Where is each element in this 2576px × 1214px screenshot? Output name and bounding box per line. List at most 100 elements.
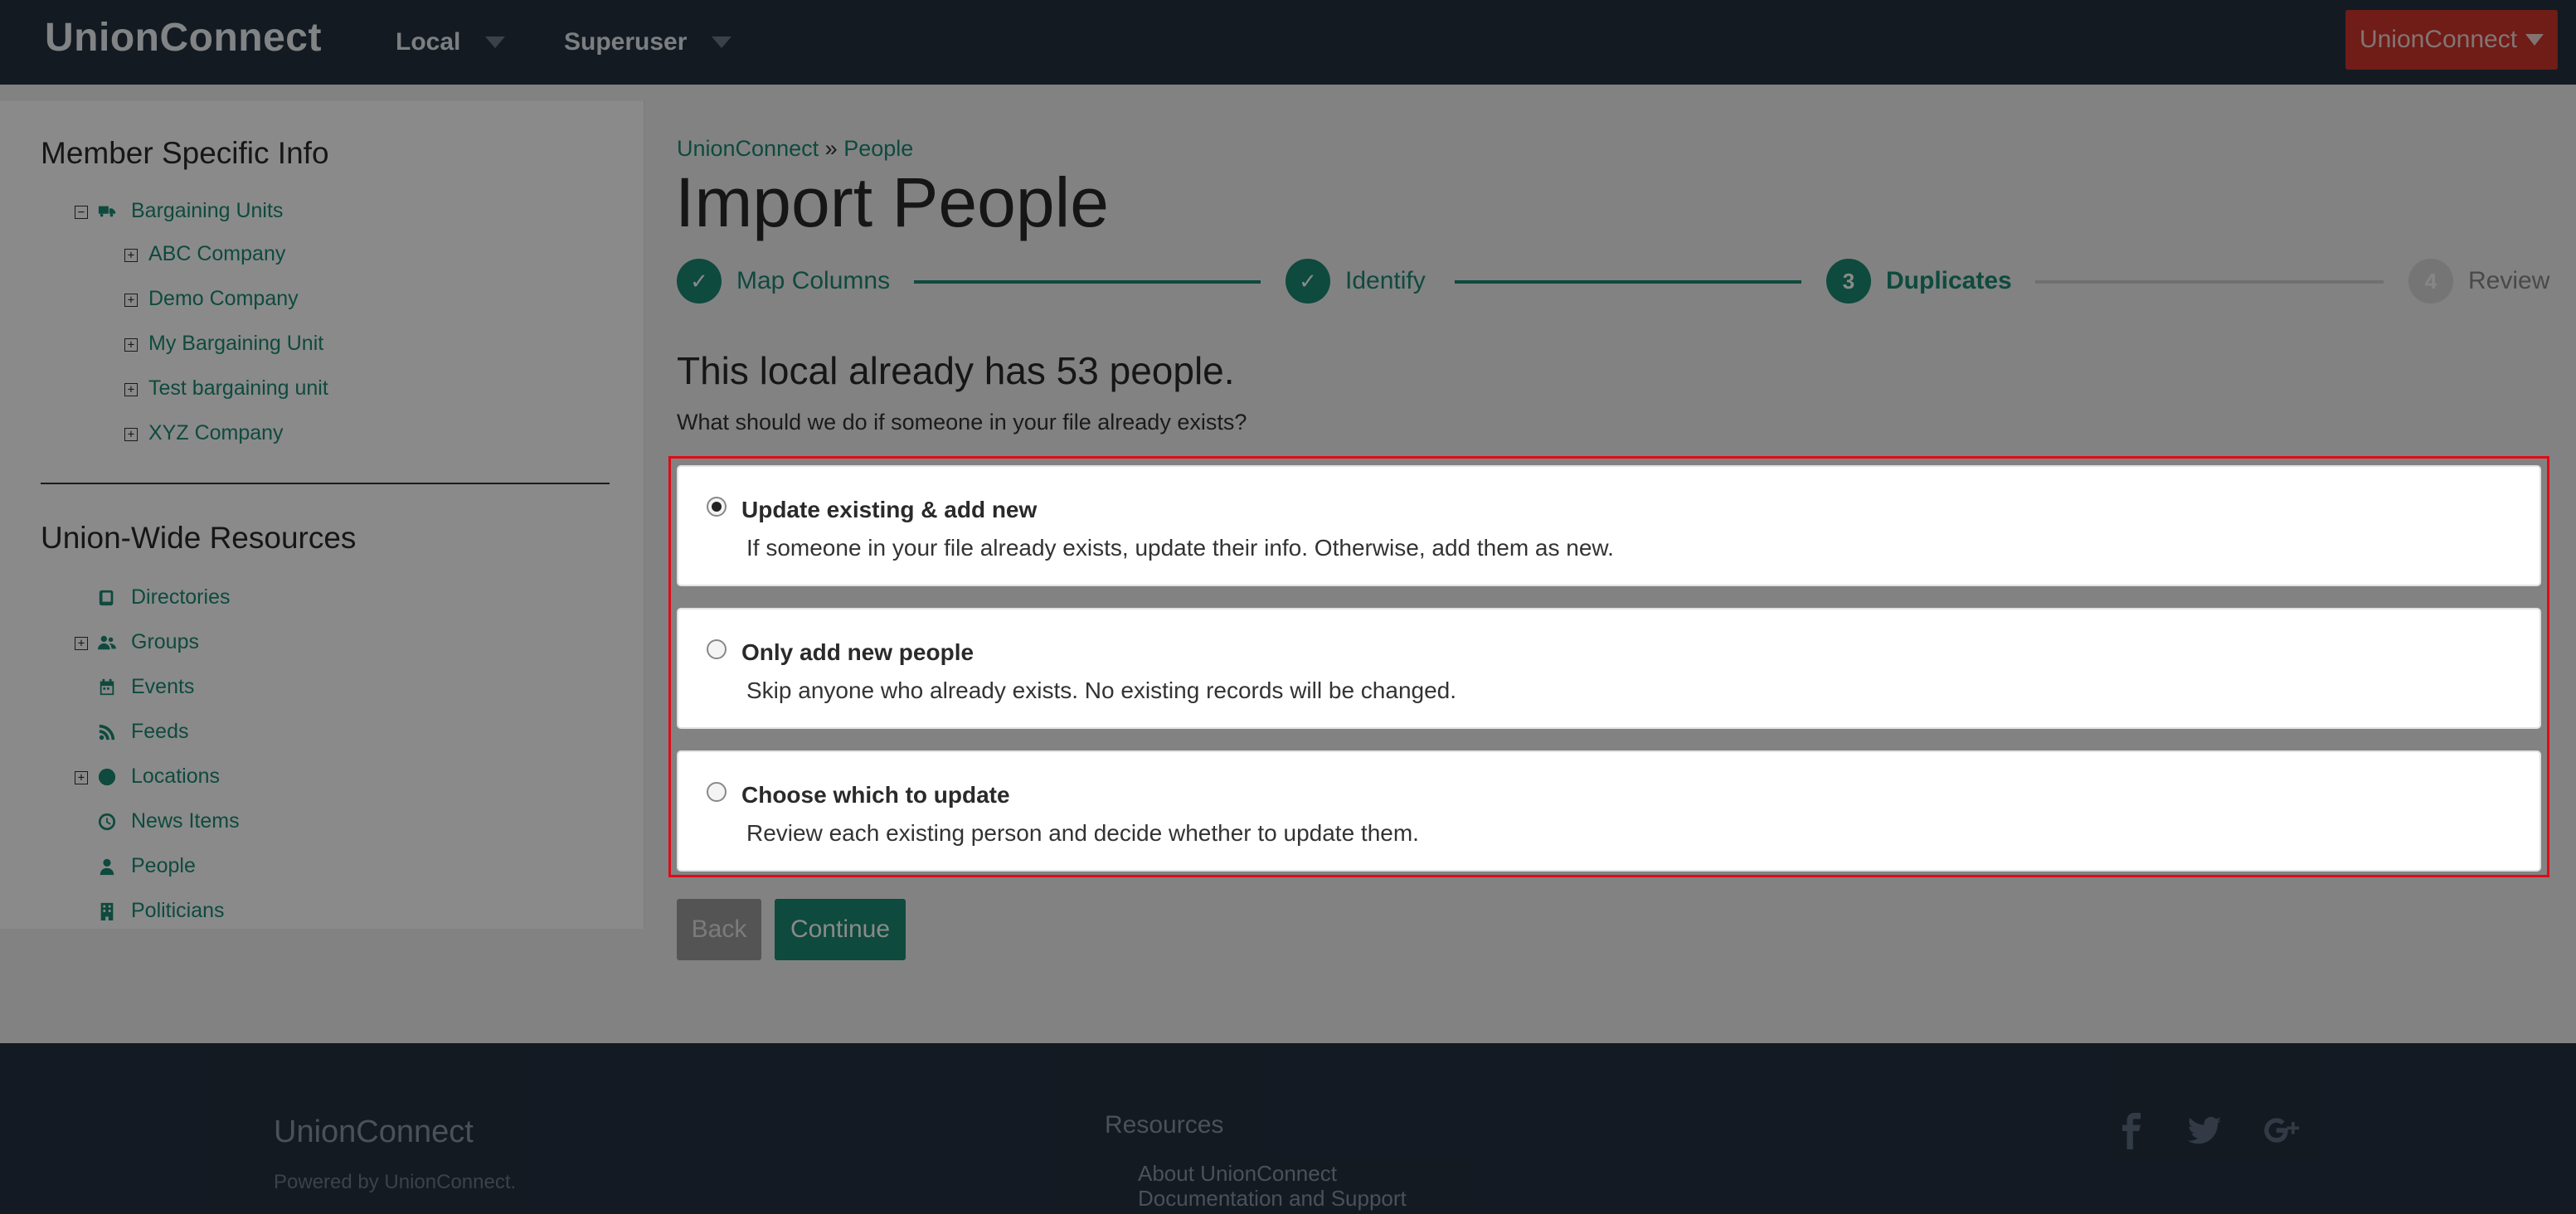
sidebar-item-label[interactable]: Politicians <box>131 899 225 923</box>
expand-toggle-icon[interactable]: + <box>75 771 88 784</box>
option-description: Skip anyone who already exists. No exist… <box>746 677 1457 703</box>
expand-toggle-icon[interactable]: + <box>75 637 88 650</box>
sidebar-item-events[interactable]: Events <box>98 675 194 699</box>
sidebar-item-bargaining-unit[interactable]: Demo Company <box>148 287 299 311</box>
step-number: 3 <box>1826 259 1871 304</box>
step-label: Review <box>2468 267 2550 294</box>
caret-down-icon <box>2525 34 2544 46</box>
step-review: 4 Review <box>2408 259 2549 304</box>
sidebar-item-bargaining-unit[interactable]: ABC Company <box>148 242 285 266</box>
step-duplicates: 3 Duplicates <box>1826 259 2012 304</box>
sidebar-item-bargaining-unit[interactable]: XYZ Company <box>148 421 284 445</box>
collapse-toggle-icon[interactable]: − <box>75 206 88 219</box>
option-description: Review each existing person and decide w… <box>746 820 1419 846</box>
sidebar-item-label[interactable]: Locations <box>131 765 220 789</box>
breadcrumb-link-current[interactable]: People <box>843 136 913 161</box>
option-choose-which[interactable]: Choose which to update Review each exist… <box>677 750 2541 872</box>
footer-brand: UnionConnect <box>274 1114 474 1149</box>
sidebar-item-label[interactable]: Directories <box>131 585 230 609</box>
sidebar-item-label[interactable]: Bargaining Units <box>131 199 283 223</box>
truck-icon <box>98 202 116 221</box>
sidebar-item-label[interactable]: My Bargaining Unit <box>148 332 323 356</box>
chevron-down-icon <box>485 36 506 48</box>
step-connector <box>2035 280 2384 284</box>
sidebar-item-bargaining-units[interactable]: Bargaining Units <box>98 199 283 223</box>
step-label: Duplicates <box>1886 267 2012 294</box>
sidebar-item-bargaining-unit[interactable]: My Bargaining Unit <box>148 332 323 356</box>
nav-menu-label: Local <box>396 28 461 56</box>
option-title: Update existing & add new <box>741 497 1038 522</box>
sidebar-item-bargaining-unit[interactable]: Test bargaining unit <box>148 376 328 401</box>
account-menu-button[interactable]: UnionConnect <box>2345 10 2558 70</box>
footer-link-docs[interactable]: Documentation and Support <box>1138 1186 1407 1212</box>
calendar-icon <box>98 678 116 697</box>
sidebar: Member Specific Info − Bargaining Units … <box>0 101 644 929</box>
radio-update-and-add[interactable] <box>707 497 727 517</box>
sidebar-item-locations[interactable]: Locations <box>98 765 220 789</box>
sidebar-item-label[interactable]: Groups <box>131 630 199 654</box>
breadcrumb-link-root[interactable]: UnionConnect <box>677 136 819 161</box>
sidebar-item-label[interactable]: People <box>131 854 196 878</box>
step-label: Identify <box>1345 267 1426 294</box>
option-title: Only add new people <box>741 639 975 665</box>
option-title: Choose which to update <box>741 782 1010 808</box>
step-connector <box>1455 280 1801 284</box>
member-info-heading: Member Specific Info <box>41 136 329 170</box>
option-update-and-add[interactable]: Update existing & add new If someone in … <box>677 465 2541 586</box>
sidebar-item-label[interactable]: Events <box>131 675 194 699</box>
brand-logo[interactable]: UnionConnect <box>45 15 322 61</box>
sidebar-item-label[interactable]: XYZ Company <box>148 421 284 445</box>
expand-toggle-icon[interactable]: + <box>124 428 138 441</box>
radio-choose-which[interactable] <box>707 782 727 802</box>
resources-heading: Union-Wide Resources <box>41 521 357 555</box>
expand-toggle-icon[interactable]: + <box>124 294 138 307</box>
radio-only-add-new[interactable] <box>707 639 727 659</box>
chevron-down-icon <box>712 36 732 48</box>
import-stepper: ✓ Map Columns ✓ Identify 3 Duplicates 4 … <box>677 259 2549 307</box>
account-menu-label: UnionConnect <box>2359 26 2518 53</box>
continue-button[interactable]: Continue <box>775 899 906 960</box>
nav-menu-label: Superuser <box>564 28 688 56</box>
back-button[interactable]: Back <box>677 899 761 960</box>
expand-toggle-icon[interactable]: + <box>124 383 138 396</box>
duplicate-question: What should we do if someone in your fil… <box>677 410 1247 435</box>
facebook-icon[interactable] <box>2112 1111 2151 1151</box>
sidebar-item-news-items[interactable]: News Items <box>98 809 240 833</box>
sidebar-item-label[interactable]: Feeds <box>131 720 188 744</box>
google-plus-icon[interactable] <box>2263 1111 2302 1151</box>
option-description: If someone in your file already exists, … <box>746 535 1614 561</box>
sidebar-item-politicians[interactable]: Politicians <box>98 899 225 923</box>
twitter-icon[interactable] <box>2185 1111 2224 1151</box>
sidebar-item-groups[interactable]: Groups <box>98 630 199 654</box>
sidebar-item-label[interactable]: News Items <box>131 809 240 833</box>
sidebar-item-directories[interactable]: Directories <box>98 585 230 609</box>
sidebar-item-label[interactable]: Demo Company <box>148 287 299 311</box>
top-navbar: UnionConnect Local Superuser UnionConnec… <box>0 0 2576 85</box>
option-only-add-new[interactable]: Only add new people Skip anyone who alre… <box>677 608 2541 729</box>
footer-link-about[interactable]: About UnionConnect <box>1138 1161 1337 1187</box>
step-number: 4 <box>2408 259 2453 304</box>
rss-icon <box>98 723 116 741</box>
step-label: Map Columns <box>736 267 891 294</box>
nav-menu-superuser[interactable]: Superuser <box>564 28 732 56</box>
sidebar-item-label[interactable]: ABC Company <box>148 242 285 266</box>
step-connector <box>914 280 1261 284</box>
clock-icon <box>98 813 116 831</box>
book-icon <box>98 589 116 607</box>
sidebar-item-people[interactable]: People <box>98 854 196 878</box>
expand-toggle-icon[interactable]: + <box>124 338 138 352</box>
footer-resources-heading: Resources <box>1105 1111 1224 1139</box>
sidebar-item-label[interactable]: Test bargaining unit <box>148 376 328 401</box>
page-title: Import People <box>675 163 1109 241</box>
check-icon: ✓ <box>1286 259 1330 304</box>
sidebar-divider <box>41 483 610 484</box>
nav-menu-local[interactable]: Local <box>396 28 506 56</box>
check-icon: ✓ <box>677 259 722 304</box>
users-icon <box>98 634 116 652</box>
breadcrumb: UnionConnect » People <box>677 136 913 162</box>
sidebar-item-feeds[interactable]: Feeds <box>98 720 188 744</box>
building-icon <box>98 902 116 920</box>
breadcrumb-separator: » <box>824 136 838 161</box>
expand-toggle-icon[interactable]: + <box>124 249 138 262</box>
user-icon <box>98 857 116 876</box>
